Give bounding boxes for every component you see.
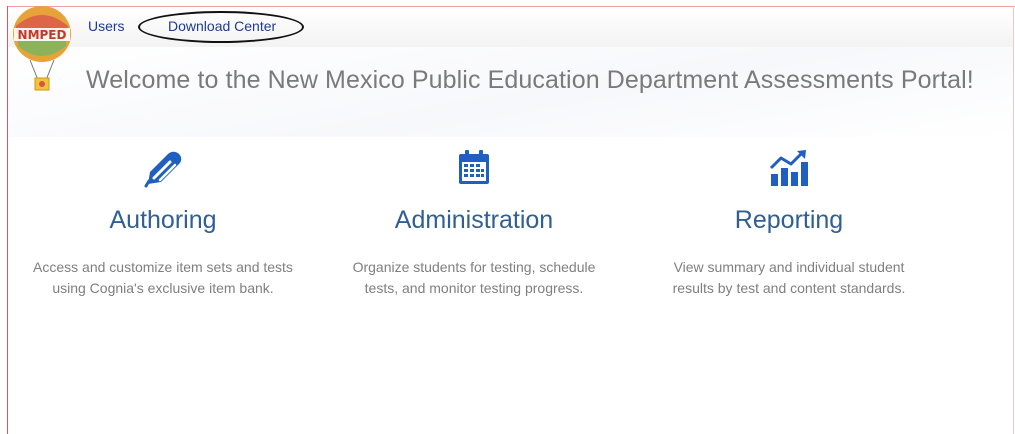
- logo-rope-right: [45, 59, 55, 81]
- card-title-authoring[interactable]: Authoring: [3, 206, 323, 235]
- card-description-reporting: View summary and individual student resu…: [672, 259, 906, 296]
- card-title-reporting[interactable]: Reporting: [629, 206, 949, 235]
- pencil-icon: [144, 151, 182, 188]
- card-administration[interactable]: Administration Organize students for tes…: [314, 148, 634, 299]
- calendar-icon: [459, 150, 489, 184]
- welcome-heading: Welcome to the New Mexico Public Educati…: [86, 66, 974, 94]
- card-description-authoring: Access and customize item sets and tests…: [33, 259, 293, 296]
- nmped-balloon-logo[interactable]: NMPED: [10, 4, 74, 96]
- portal-page: Users Download Center NMPED Welcome to t…: [0, 0, 1015, 434]
- nav-link-users[interactable]: Users: [88, 18, 125, 34]
- logo-zia-symbol: [39, 81, 45, 87]
- frame-border-right: [1013, 6, 1014, 434]
- highlight-ellipse: [138, 11, 304, 43]
- card-title-administration[interactable]: Administration: [314, 206, 634, 235]
- card-authoring[interactable]: Authoring Access and customize item sets…: [3, 148, 323, 299]
- card-description-administration: Organize students for testing, schedule …: [352, 259, 596, 296]
- chart-growth-icon: [769, 150, 808, 186]
- logo-rope-left: [29, 59, 39, 81]
- logo-text: NMPED: [18, 28, 67, 42]
- card-reporting[interactable]: Reporting View summary and individual st…: [629, 148, 949, 299]
